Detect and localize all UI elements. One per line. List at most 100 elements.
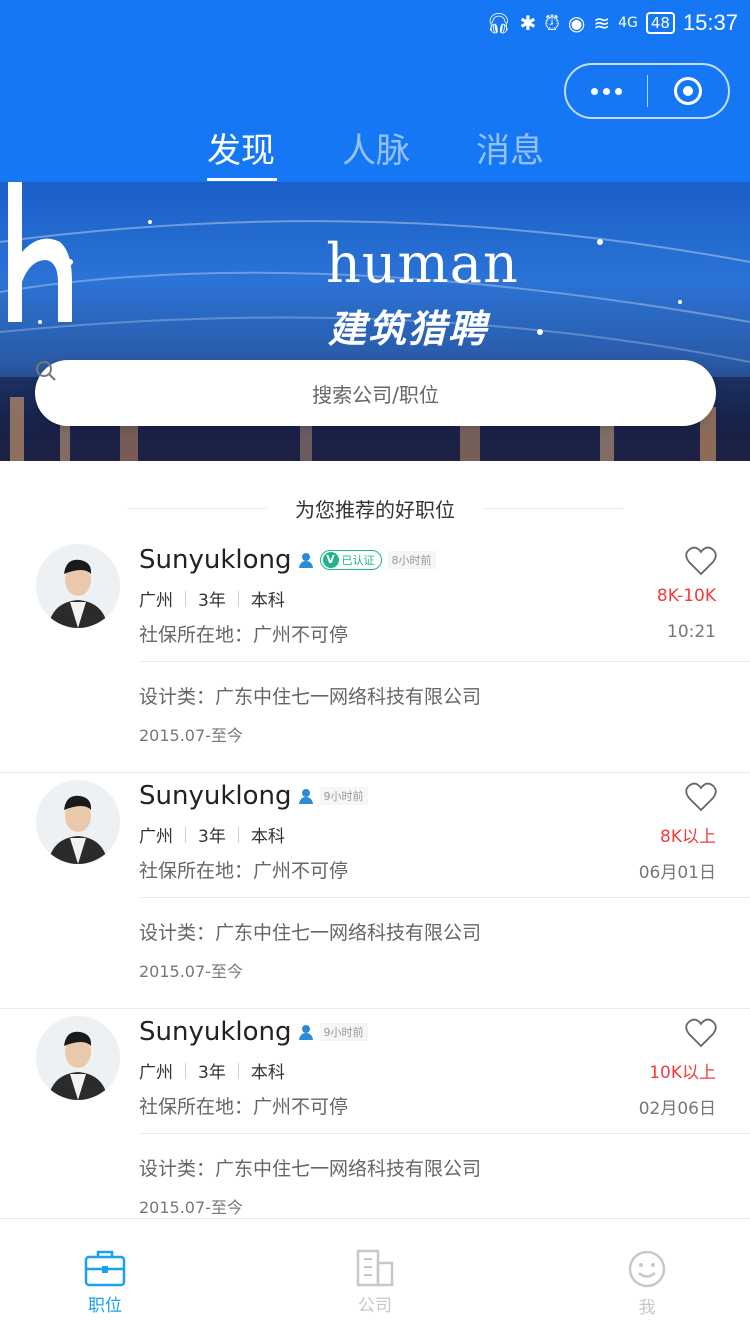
nav-me[interactable]: 我 (587, 1219, 707, 1334)
job-experience: 设计类：广东中住七一网络科技有限公司 (139, 1158, 482, 1180)
nav-label-jobs: 职位 (88, 1296, 122, 1316)
person-badge-icon (298, 1025, 313, 1040)
post-time: 02月06日 (638, 1099, 716, 1119)
tab-underline (207, 178, 277, 181)
inner-divider (139, 897, 750, 898)
alarm-icon: ⏰︎ (544, 11, 560, 35)
candidate-name[interactable]: Sunyuklong (139, 1017, 292, 1047)
signal-icon: 4G (618, 15, 638, 31)
target-circle-icon[interactable] (648, 65, 729, 117)
city: 广州 (139, 1063, 173, 1083)
avatar[interactable] (36, 780, 120, 864)
education: 本科 (250, 827, 285, 847)
education: 本科 (250, 1063, 285, 1083)
city: 广州 (139, 827, 173, 847)
person-badge-icon (298, 553, 313, 568)
status-time: 15:37 (682, 10, 738, 35)
briefcase-icon (84, 1250, 126, 1287)
salary: 10K以上 (649, 1063, 716, 1083)
candidate-card[interactable]: Sunyuklong V 已认证 8小时前 广州 3年 本科 社保所在地：广州不… (0, 536, 750, 772)
time-ago: 9小时前 (319, 1023, 368, 1041)
building-icon (356, 1249, 394, 1287)
eye-icon: ◉ (567, 11, 586, 35)
section-line-right (483, 507, 623, 509)
meta-row: 广州 3年 本科 (139, 1058, 285, 1083)
inner-divider (139, 661, 750, 662)
search-icon (36, 361, 56, 381)
nav-jobs[interactable]: 职位 (45, 1219, 165, 1334)
section-line-left (127, 507, 267, 509)
meta-row: 广州 3年 本科 (139, 822, 285, 847)
tab-discover[interactable]: 发现 (207, 126, 275, 176)
meta-separator (185, 1062, 186, 1079)
more-dots-icon[interactable] (566, 65, 647, 117)
logo-chinese: 建筑猎聘 (328, 307, 489, 351)
post-time: 06月01日 (638, 863, 716, 883)
education: 本科 (250, 591, 285, 611)
top-tabs: 发现 人脉 消息 (0, 126, 750, 182)
name-row: Sunyuklong 9小时前 (139, 778, 368, 814)
human-logo-mark (8, 182, 72, 322)
smiley-icon (628, 1250, 666, 1288)
experience: 3年 (198, 1063, 226, 1083)
search-placeholder: 搜索公司/职位 (312, 382, 439, 407)
tab-connections[interactable]: 人脉 (342, 126, 410, 176)
bottom-nav: 职位 公司 我 (0, 1218, 750, 1334)
app-screen: 🎧︎ ✱ ⏰︎ ◉ ≋ 4G 48 15:37 发现 人脉 消息 human 建… (0, 0, 750, 1334)
time-ago: 8小时前 (387, 551, 436, 569)
person-badge-icon (298, 789, 313, 804)
section-header: 为您推荐的好职位 (0, 490, 750, 526)
nav-label-companies: 公司 (358, 1296, 392, 1316)
status-bar: 🎧︎ ✱ ⏰︎ ◉ ≋ 4G 48 15:37 (486, 8, 738, 38)
tab-messages[interactable]: 消息 (476, 126, 544, 176)
avatar[interactable] (36, 1016, 120, 1100)
candidate-card[interactable]: Sunyuklong 9小时前 广州 3年 本科 社保所在地：广州不可停 10K… (0, 1008, 750, 1244)
experience: 3年 (198, 827, 226, 847)
salary: 8K-10K (656, 586, 716, 606)
nav-label-me: 我 (638, 1298, 656, 1318)
meta-separator (237, 826, 239, 843)
salary: 8K以上 (660, 827, 716, 847)
meta-separator (237, 1062, 239, 1079)
job-period: 2015.07-至今 (139, 962, 243, 981)
card-divider (0, 772, 750, 773)
job-experience: 设计类：广东中住七一网络科技有限公司 (139, 922, 482, 944)
avatar[interactable] (36, 544, 120, 628)
social-security: 社保所在地：广州不可停 (139, 1096, 349, 1118)
job-period: 2015.07-至今 (139, 1198, 243, 1217)
header: 🎧︎ ✱ ⏰︎ ◉ ≋ 4G 48 15:37 发现 人脉 消息 (0, 0, 750, 182)
name-row: Sunyuklong 9小时前 (139, 1014, 368, 1050)
name-row: Sunyuklong V 已认证 8小时前 (139, 542, 436, 578)
logo-word: human (326, 232, 519, 295)
job-experience: 设计类：广东中住七一网络科技有限公司 (139, 686, 482, 708)
section-title: 为您推荐的好职位 (295, 497, 455, 522)
card-divider (0, 1008, 750, 1009)
bluetooth-icon: ✱ (519, 11, 537, 35)
mini-program-capsule (564, 63, 730, 119)
meta-separator (185, 590, 186, 607)
candidate-card[interactable]: Sunyuklong 9小时前 广州 3年 本科 社保所在地：广州不可停 8K以… (0, 772, 750, 1008)
meta-row: 广州 3年 本科 (139, 586, 285, 611)
experience: 3年 (198, 591, 226, 611)
city: 广州 (139, 591, 173, 611)
nav-companies[interactable]: 公司 (315, 1219, 435, 1334)
time-ago: 9小时前 (319, 787, 368, 805)
verified-label: 已认证 (341, 554, 375, 567)
social-security: 社保所在地：广州不可停 (139, 860, 349, 882)
heart-icon[interactable] (685, 782, 717, 812)
meta-separator (185, 826, 186, 843)
post-time: 10:21 (667, 622, 716, 642)
heart-icon[interactable] (685, 1018, 717, 1048)
meta-separator (237, 590, 239, 607)
social-security: 社保所在地：广州不可停 (139, 624, 349, 646)
banner: human 建筑猎聘 搜索公司/职位 (0, 182, 750, 461)
candidate-name[interactable]: Sunyuklong (139, 781, 292, 811)
candidate-name[interactable]: Sunyuklong (139, 545, 292, 575)
battery-indicator: 48 (645, 12, 675, 34)
inner-divider (139, 1133, 750, 1134)
verified-v-icon: V (322, 552, 339, 568)
wifi-icon: ≋ (593, 11, 611, 35)
search-bar[interactable]: 搜索公司/职位 (35, 360, 716, 426)
heart-icon[interactable] (685, 546, 717, 576)
job-period: 2015.07-至今 (139, 726, 243, 745)
